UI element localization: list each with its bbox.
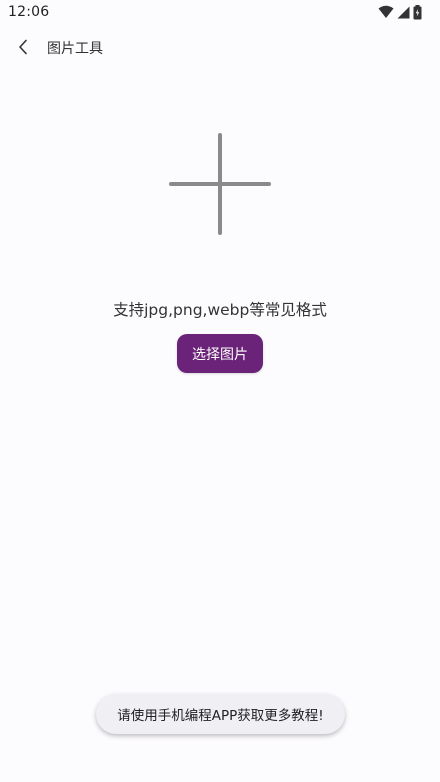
app-bar: 图片工具 [0,28,440,66]
page-title: 图片工具 [47,41,103,57]
toast-message: 请使用手机编程APP获取更多教程! [96,694,345,734]
select-image-button[interactable]: 选择图片 [177,334,263,373]
status-time: 12:06 [8,4,50,20]
back-button[interactable] [10,34,36,60]
chevron-left-icon [19,39,27,55]
status-icons [378,4,422,20]
cell-signal-icon [397,6,410,18]
plus-icon[interactable] [168,132,272,236]
status-bar: 12:06 [0,0,440,26]
wifi-icon [378,5,394,18]
supported-formats-hint: 支持jpg,png,webp等常见格式 [113,301,327,319]
battery-icon [413,4,422,19]
